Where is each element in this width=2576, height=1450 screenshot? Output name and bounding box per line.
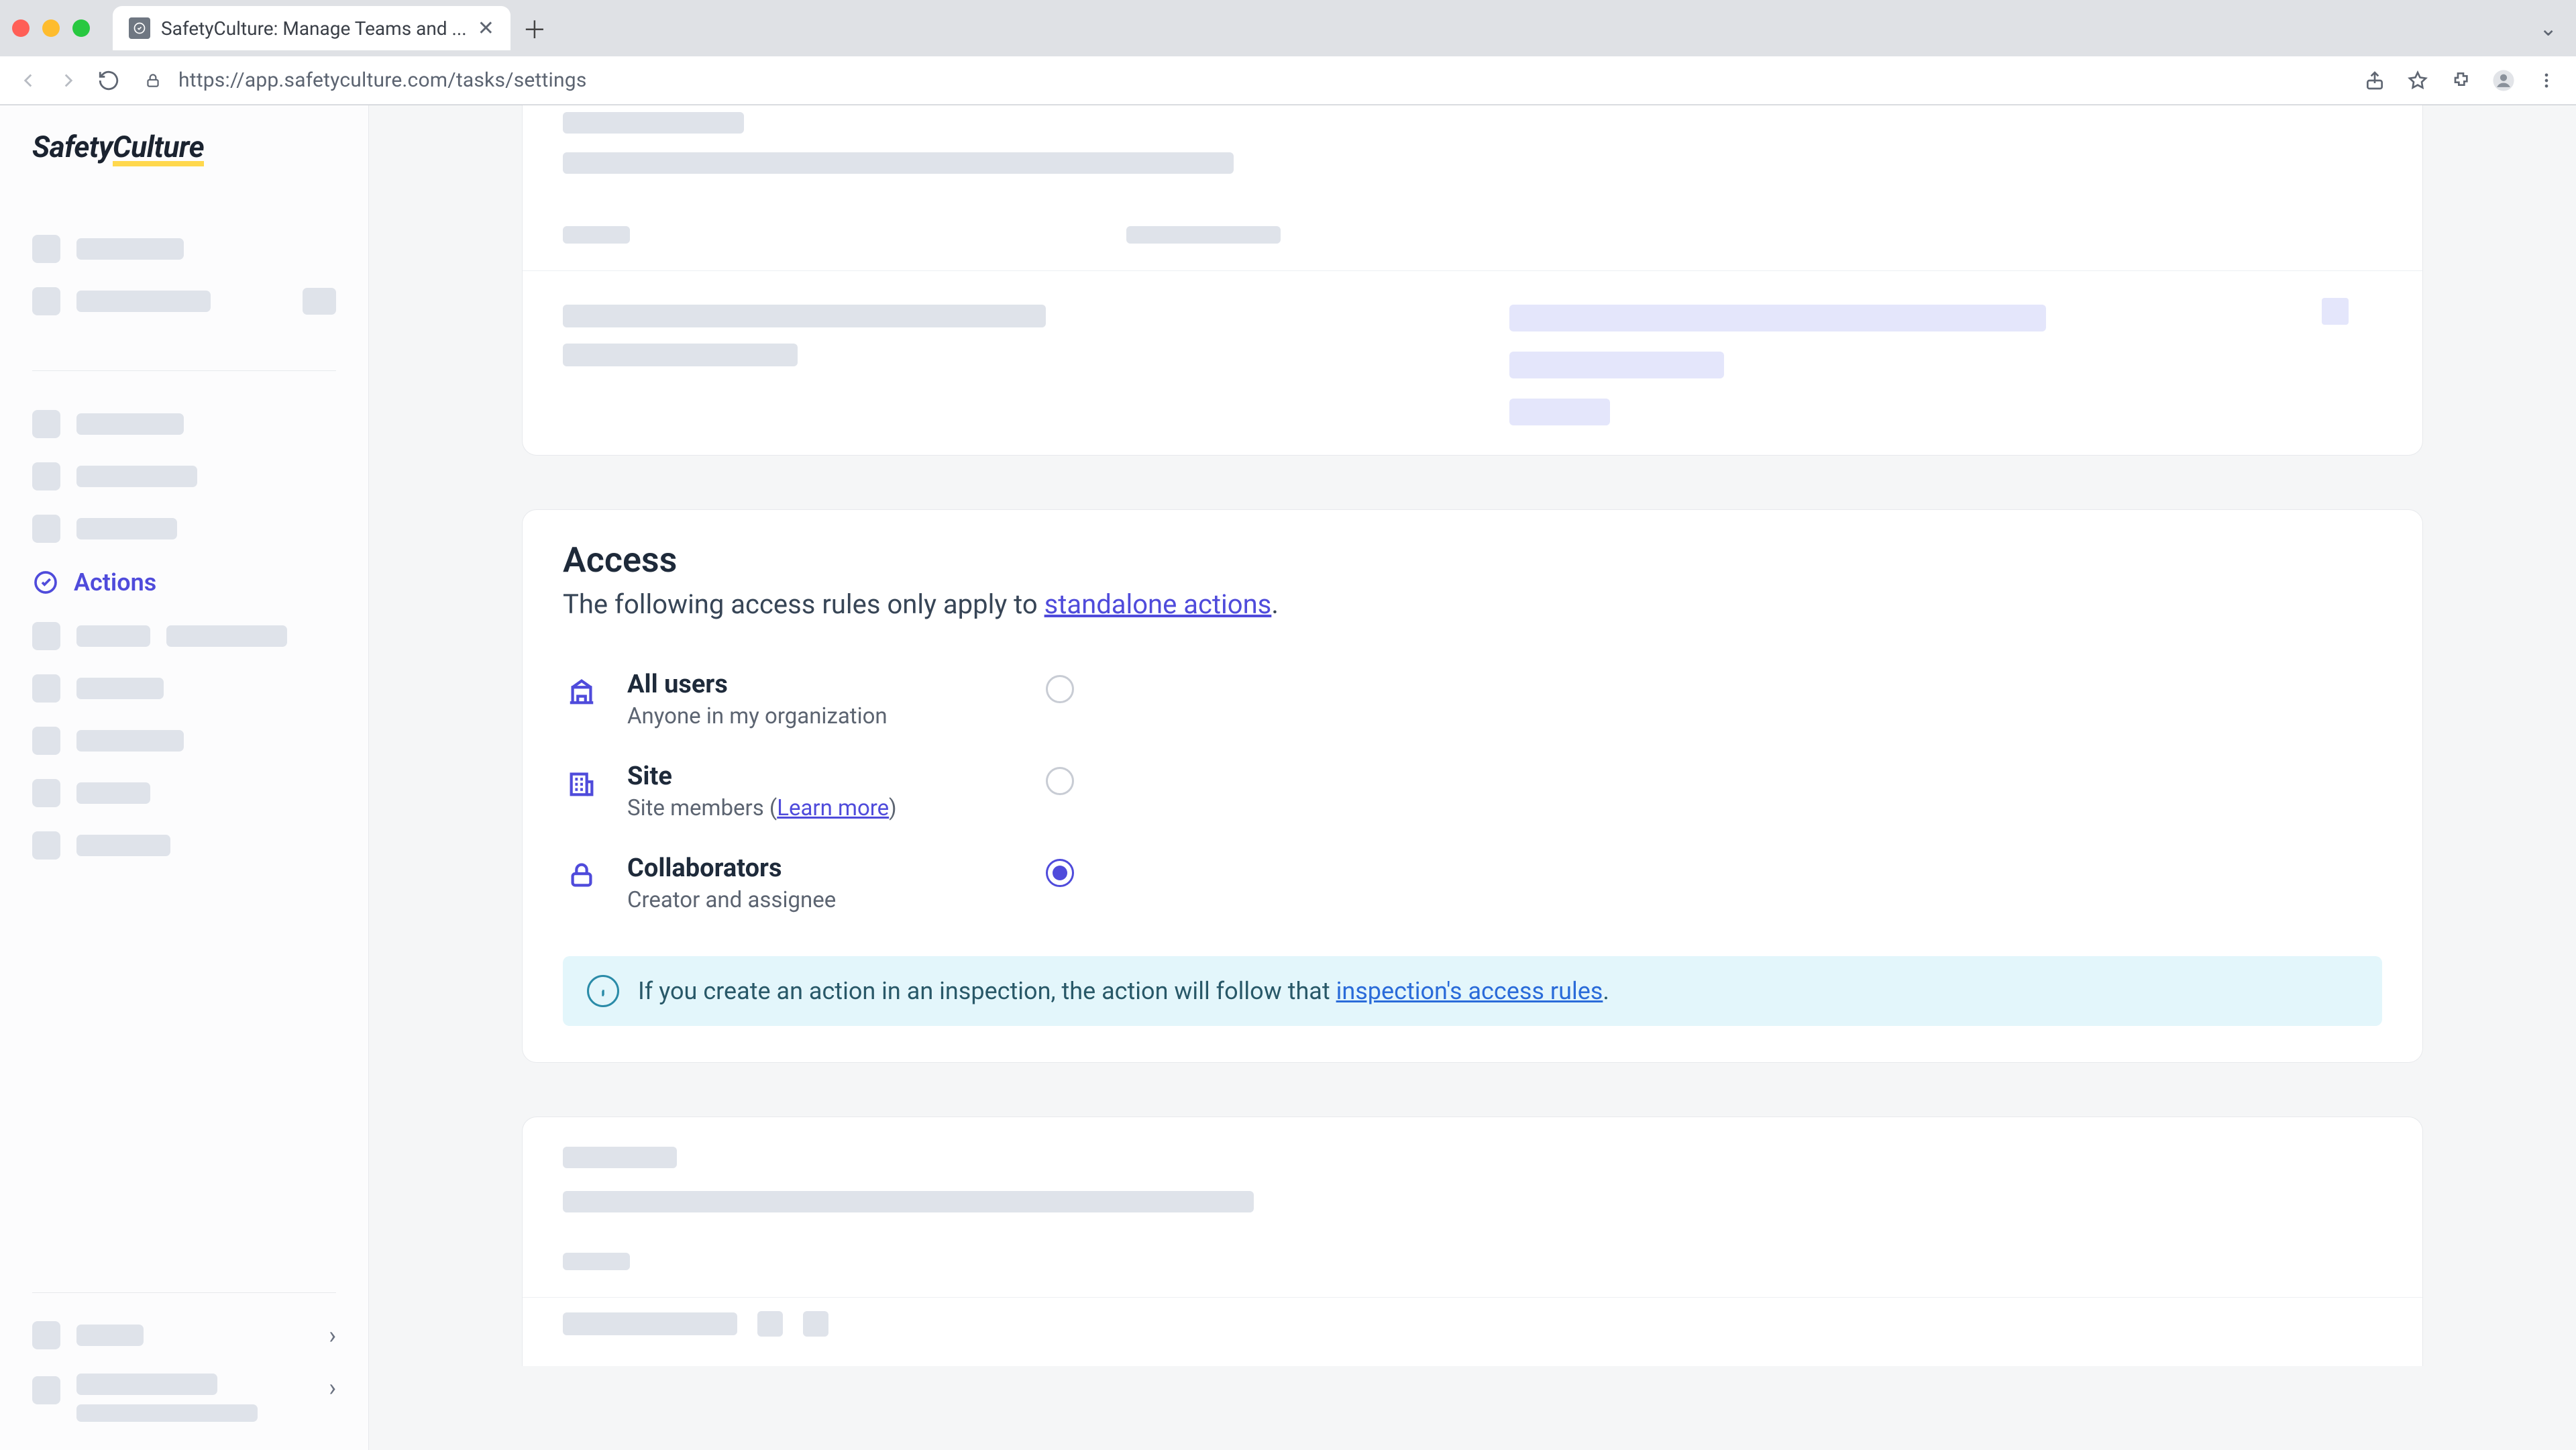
browser-tab[interactable]: SafetyCulture: Manage Teams and ... ✕ bbox=[113, 6, 511, 50]
window-controls bbox=[12, 19, 90, 37]
close-window-button[interactable] bbox=[12, 19, 30, 37]
sidebar-bottom: › › bbox=[32, 1292, 336, 1434]
star-icon[interactable] bbox=[2403, 66, 2432, 95]
logo-text-a: Safety bbox=[32, 130, 113, 164]
access-subtitle: The following access rules only apply to… bbox=[563, 588, 2382, 620]
sidebar-item-skeleton bbox=[32, 450, 336, 503]
info-suffix: . bbox=[1603, 977, 1609, 1005]
sidebar-item-skeleton bbox=[32, 275, 336, 327]
option-desc: Site members (Learn more) bbox=[627, 795, 989, 821]
site-icon bbox=[563, 764, 600, 802]
sidebar-item-skeleton[interactable]: › bbox=[32, 1309, 336, 1361]
sidebar: SafetyCulture Actions › bbox=[0, 105, 369, 1450]
lock-icon bbox=[563, 856, 600, 894]
profile-icon[interactable] bbox=[2489, 66, 2518, 95]
option-desc: Anyone in my organization bbox=[627, 703, 989, 729]
chevron-right-icon: › bbox=[329, 1321, 336, 1349]
sidebar-item-label: Actions bbox=[74, 568, 156, 597]
browser-chrome: SafetyCulture: Manage Teams and ... ✕ ＋ … bbox=[0, 0, 2576, 105]
sidebar-item-skeleton bbox=[32, 715, 336, 767]
lock-icon[interactable] bbox=[141, 72, 165, 89]
logo[interactable]: SafetyCulture bbox=[32, 130, 336, 166]
app-root: SafetyCulture Actions › bbox=[0, 105, 2576, 1450]
sidebar-group-2: Actions bbox=[32, 398, 336, 872]
sidebar-item-skeleton bbox=[32, 223, 336, 275]
sidebar-item-skeleton bbox=[32, 662, 336, 715]
sidebar-item-actions[interactable]: Actions bbox=[32, 555, 336, 610]
access-card: Access The following access rules only a… bbox=[522, 509, 2423, 1063]
tab-title: SafetyCulture: Manage Teams and ... bbox=[161, 17, 467, 40]
option-title: Collaborators bbox=[627, 853, 989, 883]
access-subtitle-suffix: . bbox=[1271, 588, 1279, 620]
check-circle-icon bbox=[32, 569, 59, 596]
main-content: Access The following access rules only a… bbox=[369, 105, 2576, 1450]
option-desc: Creator and assignee bbox=[627, 887, 989, 913]
back-button[interactable] bbox=[15, 67, 42, 94]
new-tab-button[interactable]: ＋ bbox=[521, 15, 548, 42]
sidebar-item-skeleton bbox=[32, 819, 336, 872]
url-text[interactable]: https://app.safetyculture.com/tasks/sett… bbox=[178, 68, 2347, 92]
forward-button[interactable] bbox=[55, 67, 82, 94]
access-subtitle-prefix: The following access rules only apply to bbox=[563, 588, 1044, 620]
inspection-access-rules-link[interactable]: inspection's access rules bbox=[1336, 977, 1603, 1005]
option-title: Site bbox=[627, 762, 989, 791]
learn-more-link[interactable]: Learn more bbox=[777, 795, 889, 821]
option-desc-suffix: ) bbox=[889, 795, 897, 821]
skeleton-square bbox=[2322, 298, 2349, 325]
extensions-icon[interactable] bbox=[2446, 66, 2475, 95]
close-tab-icon[interactable]: ✕ bbox=[478, 17, 494, 40]
chevron-right-icon: › bbox=[329, 1374, 336, 1402]
logo-text-b: Culture bbox=[113, 134, 204, 166]
tab-bar: SafetyCulture: Manage Teams and ... ✕ ＋ … bbox=[0, 0, 2576, 56]
sidebar-item-skeleton bbox=[32, 610, 336, 662]
sidebar-item-skeleton bbox=[32, 767, 336, 819]
minimize-window-button[interactable] bbox=[42, 19, 60, 37]
access-title: Access bbox=[563, 539, 2382, 580]
sidebar-group-1 bbox=[32, 223, 336, 344]
radio-all-users[interactable] bbox=[1046, 675, 1074, 703]
reload-button[interactable] bbox=[95, 67, 122, 94]
info-prefix: If you create an action in an inspection… bbox=[638, 977, 1336, 1005]
settings-card-skeleton-bottom bbox=[522, 1117, 2423, 1366]
info-text: If you create an action in an inspection… bbox=[638, 977, 1609, 1005]
access-option-all-users: All users Anyone in my organization bbox=[563, 654, 2382, 745]
sidebar-item-skeleton bbox=[32, 503, 336, 555]
sidebar-divider bbox=[32, 370, 336, 371]
access-option-collaborators: Collaborators Creator and assignee bbox=[563, 837, 2382, 929]
sidebar-item-skeleton bbox=[32, 398, 336, 450]
url-bar: https://app.safetyculture.com/tasks/sett… bbox=[0, 56, 2576, 105]
org-icon bbox=[563, 672, 600, 710]
sidebar-item-skeleton[interactable]: › bbox=[32, 1361, 336, 1434]
option-desc-prefix: Site members ( bbox=[627, 795, 777, 821]
tabs-dropdown-icon[interactable]: ⌄ bbox=[2532, 15, 2564, 41]
radio-collaborators[interactable] bbox=[1046, 859, 1074, 887]
radio-site[interactable] bbox=[1046, 767, 1074, 795]
maximize-window-button[interactable] bbox=[72, 19, 90, 37]
share-icon[interactable] bbox=[2360, 66, 2390, 95]
info-banner: If you create an action in an inspection… bbox=[563, 956, 2382, 1026]
standalone-actions-link[interactable]: standalone actions bbox=[1044, 588, 1272, 620]
favicon-icon bbox=[129, 17, 150, 39]
info-icon bbox=[587, 975, 619, 1007]
kebab-menu-icon[interactable] bbox=[2532, 66, 2561, 95]
option-title: All users bbox=[627, 670, 989, 699]
settings-card-skeleton-top bbox=[522, 105, 2423, 456]
access-option-site: Site Site members (Learn more) bbox=[563, 745, 2382, 837]
